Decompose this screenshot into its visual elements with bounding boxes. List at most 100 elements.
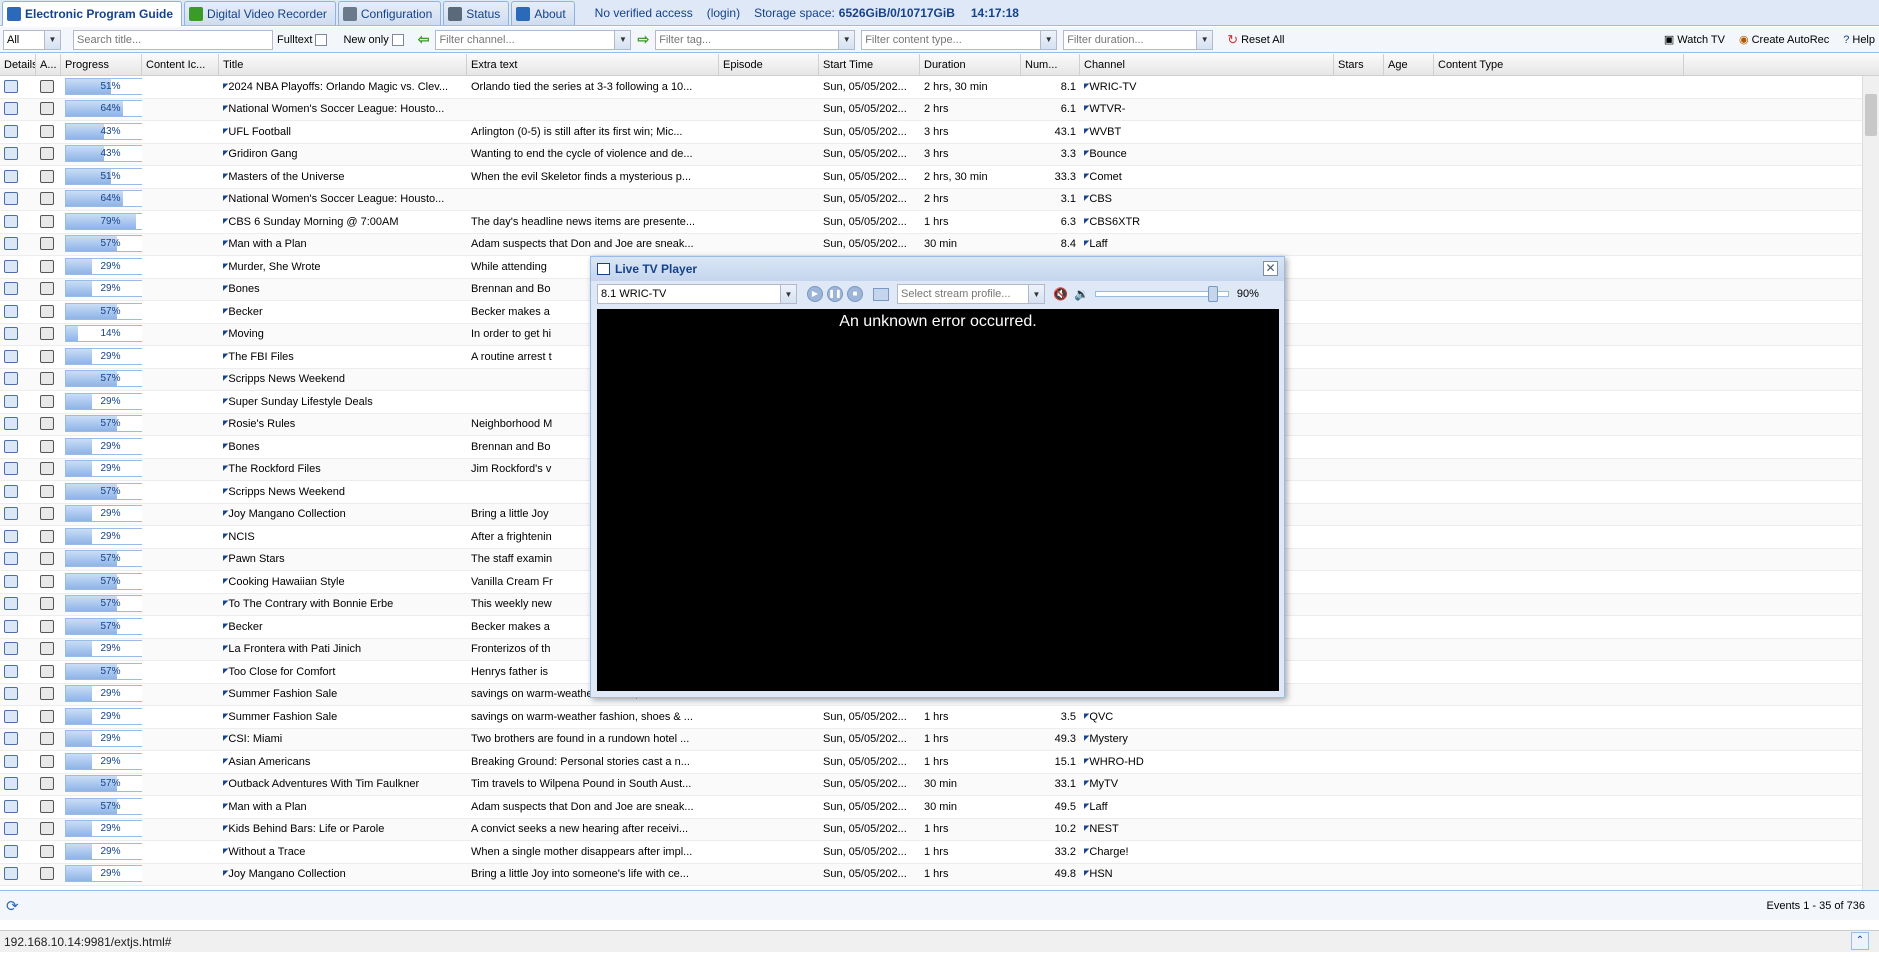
record-icon[interactable] [40,664,54,678]
title-cell[interactable]: ◤Bones [219,436,467,458]
action-cell[interactable] [36,773,61,795]
details-icon[interactable] [4,777,18,791]
record-icon[interactable] [40,709,54,723]
volume-slider-thumb[interactable] [1207,286,1218,302]
title-cell[interactable]: ◤Man with a Plan [219,796,467,818]
details-cell[interactable] [0,841,36,863]
details-cell[interactable] [0,233,36,255]
action-cell[interactable] [36,706,61,728]
details-cell[interactable] [0,76,36,98]
stream-profile-select[interactable]: Select stream profile... ▼ [897,284,1045,304]
chevron-down-icon[interactable]: ▼ [1040,30,1057,49]
title-cell[interactable]: ◤Outback Adventures With Tim Faulkner [219,773,467,795]
record-icon[interactable] [40,349,54,363]
table-row[interactable]: 29% ◤Summer Fashion Sale savings on warm-w… [0,706,1862,729]
column-header-0[interactable]: Details [0,53,36,76]
fulltext-checkbox[interactable] [315,33,328,46]
details-icon[interactable] [4,507,18,521]
title-cell[interactable]: ◤Gridiron Gang [219,143,467,165]
scrollbar-thumb[interactable] [1865,94,1877,136]
column-header-9[interactable]: Num... [1021,53,1080,76]
details-cell[interactable] [0,526,36,548]
record-icon[interactable] [40,507,54,521]
action-cell[interactable] [36,76,61,98]
table-row[interactable]: 29% ◤CSI: Miami Two brothers are found in … [0,728,1862,751]
details-cell[interactable] [0,751,36,773]
title-cell[interactable]: ◤National Women's Soccer League: Housto.… [219,98,467,120]
channel-filter[interactable]: Filter channel... ▼ [435,29,632,50]
table-row[interactable]: 51% ◤Masters of the Universe When the evil… [0,166,1862,189]
details-cell[interactable] [0,661,36,683]
action-cell[interactable] [36,818,61,840]
title-cell[interactable]: ◤La Frontera with Pati Jinich [219,638,467,660]
record-icon[interactable] [40,214,54,228]
details-icon[interactable] [4,214,18,228]
action-cell[interactable] [36,436,61,458]
table-row[interactable]: 29% ◤Kids Behind Bars: Life or Parole A co… [0,818,1862,841]
reset-all-button[interactable]: ↻ Reset All [1223,32,1288,48]
mute-icon[interactable]: 🔇 [1053,287,1068,301]
details-icon[interactable] [4,237,18,251]
details-icon[interactable] [4,664,18,678]
details-cell[interactable] [0,773,36,795]
title-cell[interactable]: ◤Too Close for Comfort [219,661,467,683]
tab-about[interactable]: About [511,1,575,25]
title-cell[interactable]: ◤The FBI Files [219,346,467,368]
title-cell[interactable]: ◤Joy Mangano Collection [219,863,467,885]
details-cell[interactable] [0,211,36,233]
title-cell[interactable]: ◤Masters of the Universe [219,166,467,188]
details-icon[interactable] [4,192,18,206]
details-icon[interactable] [4,642,18,656]
action-cell[interactable] [36,863,61,885]
details-icon[interactable] [4,327,18,341]
record-icon[interactable] [40,619,54,633]
action-cell[interactable] [36,98,61,120]
details-cell[interactable] [0,413,36,435]
record-icon[interactable] [40,124,54,138]
login-link[interactable]: (login) [707,6,740,20]
record-icon[interactable] [40,799,54,813]
record-icon[interactable] [40,79,54,93]
column-header-2[interactable]: Progress [61,53,142,76]
watch-tv-button[interactable]: ▣ Watch TV [1660,33,1729,47]
record-icon[interactable] [40,102,54,116]
record-icon[interactable] [40,822,54,836]
new-only-checkbox[interactable] [391,33,404,46]
tag-filter[interactable]: Filter tag... ▼ [655,29,856,50]
details-cell[interactable] [0,481,36,503]
details-icon[interactable] [4,372,18,386]
details-cell[interactable] [0,256,36,278]
action-cell[interactable] [36,571,61,593]
action-cell[interactable] [36,301,61,323]
tab-configuration[interactable]: Configuration [337,1,442,25]
title-cell[interactable]: ◤Scripps News Weekend [219,368,467,390]
refresh-icon[interactable]: ⟳ [6,897,19,915]
record-icon[interactable] [40,552,54,566]
title-cell[interactable]: ◤Scripps News Weekend [219,481,467,503]
column-header-1[interactable]: A... [36,53,61,76]
details-icon[interactable] [4,619,18,633]
record-icon[interactable] [40,462,54,476]
column-header-7[interactable]: Start Time [819,53,920,76]
record-icon[interactable] [40,844,54,858]
title-cell[interactable]: ◤Man with a Plan [219,233,467,255]
column-header-13[interactable]: Content Type [1434,53,1684,76]
details-icon[interactable] [4,754,18,768]
details-icon[interactable] [4,732,18,746]
tab-electronic-program-guide[interactable]: Electronic Program Guide [2,1,183,26]
table-row[interactable]: 57% ◤Man with a Plan Adam suspects that Do… [0,796,1862,819]
duration-filter[interactable]: Filter duration... ▼ [1063,29,1214,50]
column-header-11[interactable]: Stars [1334,53,1384,76]
pause-icon[interactable]: ❚❚ [827,286,843,302]
action-cell[interactable] [36,188,61,210]
details-icon[interactable] [4,417,18,431]
title-cell[interactable]: ◤Joy Mangano Collection [219,503,467,525]
table-row[interactable]: 29% ◤Without a Trace When a single mother … [0,841,1862,864]
player-title-bar[interactable]: Live TV Player [591,257,1284,281]
record-icon[interactable] [40,529,54,543]
details-icon[interactable] [4,597,18,611]
table-row[interactable]: 29% ◤Asian Americans Breaking Ground: Pers… [0,751,1862,774]
action-cell[interactable] [36,728,61,750]
title-cell[interactable]: ◤Without a Trace [219,841,467,863]
record-icon[interactable] [40,394,54,408]
